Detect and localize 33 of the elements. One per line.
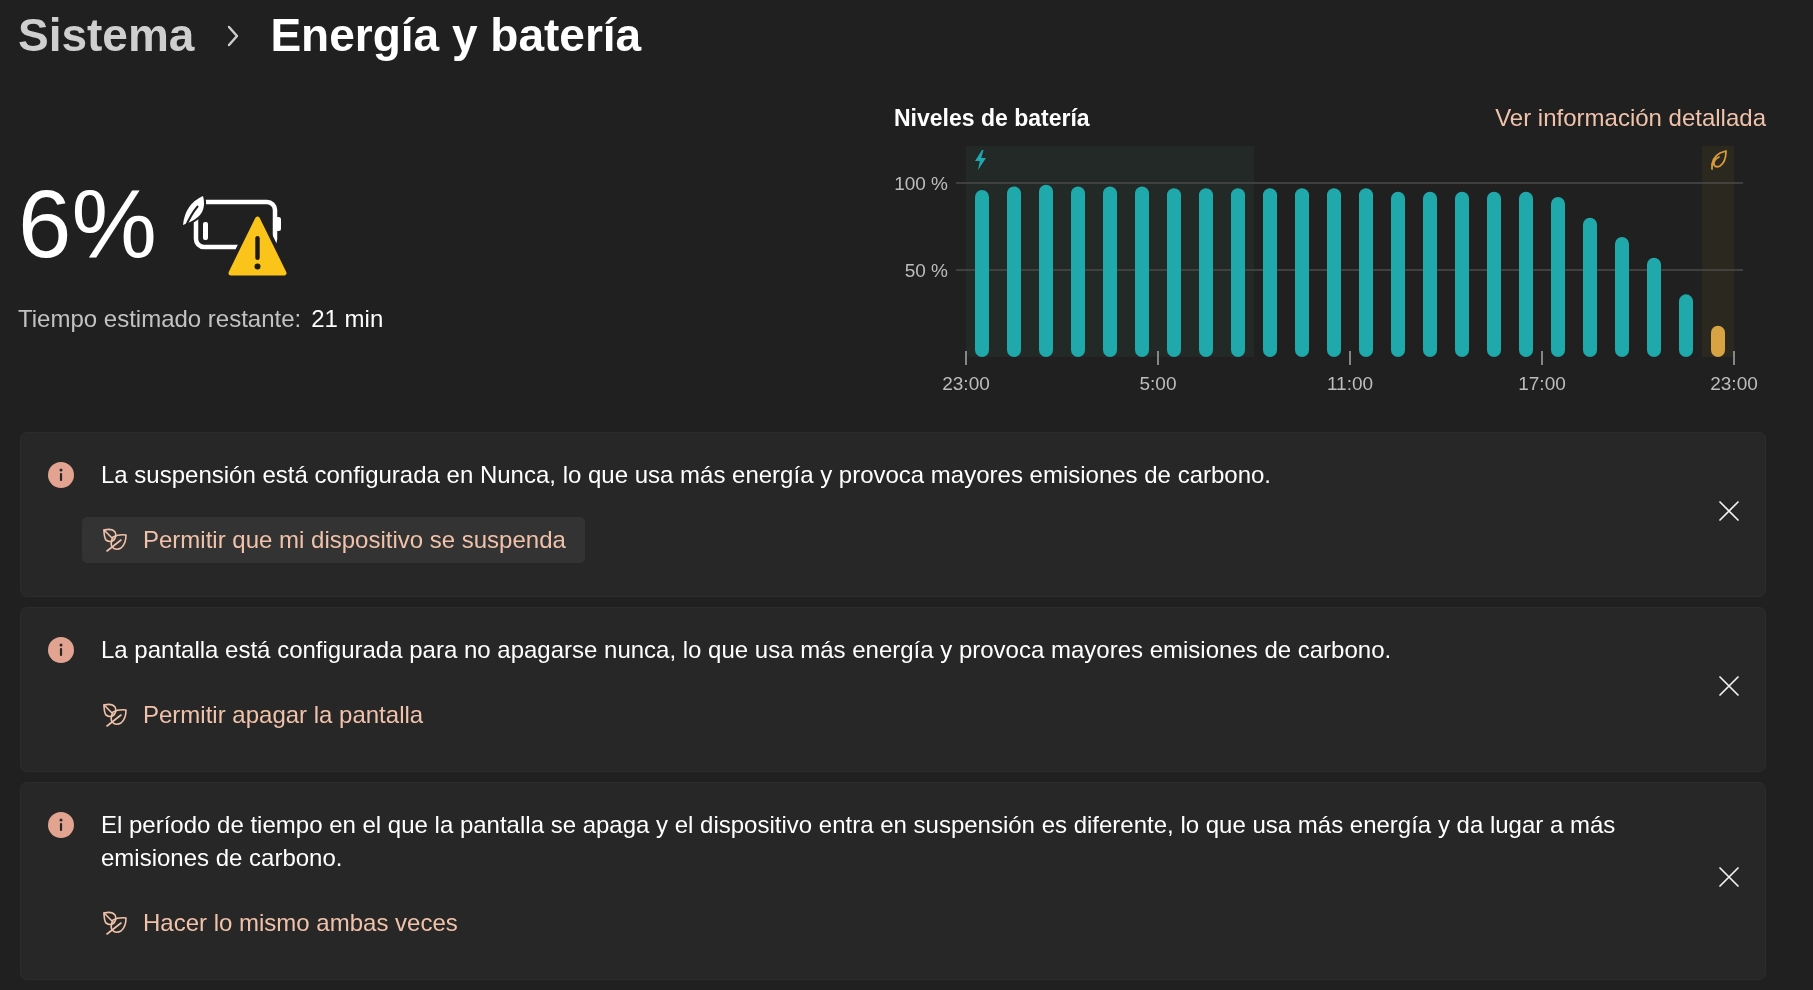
- time-remaining-value: 21 min: [311, 304, 384, 335]
- recommendation-action[interactable]: Permitir que mi dispositivo se suspenda: [82, 517, 585, 564]
- details-link[interactable]: Ver información detallada: [1495, 100, 1766, 137]
- breadcrumb-link[interactable]: Sistema: [18, 8, 195, 64]
- y-axis-label: 100 %: [894, 173, 948, 195]
- x-axis-label: 23:00: [1710, 373, 1758, 395]
- info-icon: [48, 461, 74, 488]
- chart-title: Niveles de batería: [894, 103, 1090, 133]
- leaves-icon: [102, 702, 128, 729]
- x-axis-label: 5:00: [1139, 373, 1177, 395]
- leaves-icon: [102, 527, 128, 554]
- chart-bar: [1679, 294, 1693, 358]
- recommendation-text: El período de tiempo en el que la pantalla se apaga y el dispositivo entra en suspensión es diferente, lo que usa más energía y da lugar a más emisiones de carbono.: [101, 810, 1617, 874]
- leaf-icon: [1711, 150, 1727, 171]
- page-title: Energía y batería: [270, 8, 642, 63]
- close-icon: [1719, 500, 1739, 521]
- x-axis-label: 17:00: [1518, 373, 1566, 395]
- leaves-icon: [102, 910, 128, 937]
- x-axis-label: 23:00: [942, 373, 990, 395]
- info-icon: [48, 811, 74, 838]
- recommendation-text: La pantalla está configurada para no apagarse nunca, lo que usa más energía y provoca mayores emisiones de carbono.: [101, 635, 1393, 666]
- close-icon: [1719, 675, 1739, 696]
- recommendation-action[interactable]: Permitir apagar la pantalla: [82, 692, 443, 739]
- lightning-icon: [975, 150, 986, 171]
- x-axis-label: 11:00: [1326, 373, 1374, 395]
- chevron-right-icon: [226, 24, 241, 47]
- info-icon: [48, 636, 74, 663]
- close-icon: [1719, 867, 1739, 888]
- recommendation-text: La suspensión está configurada en Nunca, lo que usa más energía y provoca mayores emisiones de carbono.: [101, 460, 1273, 491]
- y-axis-label: 50 %: [904, 260, 948, 282]
- time-remaining-label: Tiempo estimado restante:: [18, 304, 302, 335]
- recommendation-action[interactable]: Hacer lo mismo ambas veces: [82, 900, 477, 947]
- battery-percentage: 6%: [18, 176, 157, 273]
